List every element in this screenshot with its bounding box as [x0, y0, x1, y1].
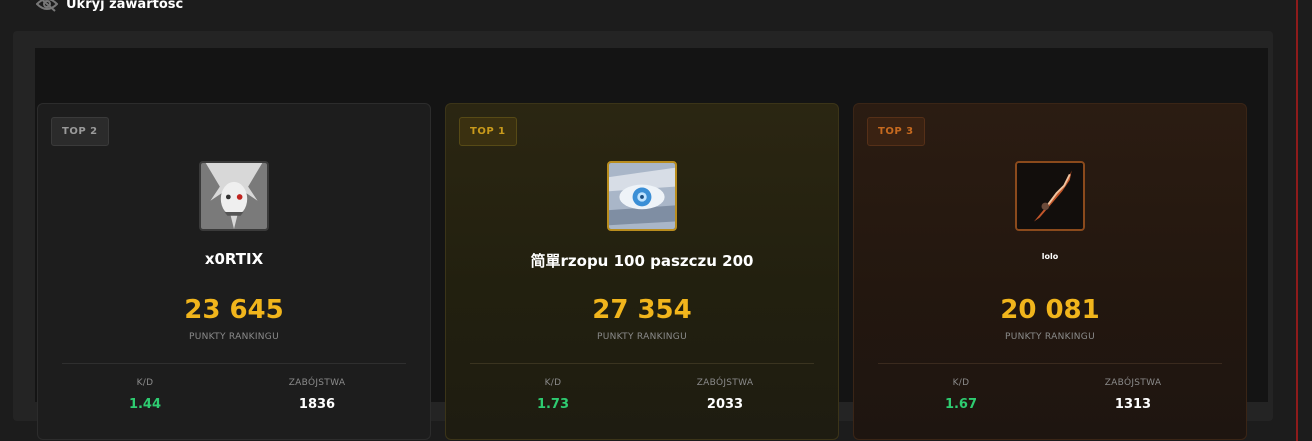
avatar: [607, 161, 677, 231]
kills-value: 2033: [706, 397, 744, 412]
kd-value: 1.44: [128, 397, 162, 412]
toggle-content-header[interactable]: Ukryj zawartość: [35, 0, 184, 14]
divider: [62, 363, 406, 364]
toggle-content-label: Ukryj zawartość: [66, 0, 184, 12]
kd-stat: K/D 1.44: [70, 378, 220, 412]
avatar: [199, 161, 269, 231]
player-name: lolo: [1041, 252, 1059, 261]
rank-badge: TOP 2: [51, 117, 109, 146]
kd-label: K/D: [136, 378, 154, 388]
player-name: 简單rzopu 100 paszczu 200: [530, 252, 754, 270]
ranking-points-label: PUNKTY RANKINGU: [597, 332, 687, 342]
podium-card-top-1[interactable]: TOP 1 简單rzopu 100 paszczu 200 27 354 PUN…: [445, 103, 839, 440]
rank-badge: TOP 3: [867, 117, 925, 146]
ranking-points: 23 645: [184, 295, 284, 325]
ranking-points-label: PUNKTY RANKINGU: [1005, 332, 1095, 342]
player-name: x0RTIX: [204, 250, 264, 268]
kills-stat: ZABÓJSTWA 1836: [242, 378, 392, 412]
rank-badge: TOP 1: [459, 117, 517, 146]
divider: [878, 363, 1222, 364]
podium-card-top-2[interactable]: TOP 2 x0RTIX 23 645 PUNKTY RANKINGU K/D …: [37, 103, 431, 440]
kd-value: 1.67: [944, 397, 978, 412]
avatar: [1015, 161, 1085, 231]
right-border-accent: [1296, 0, 1298, 441]
kills-value: 1313: [1114, 397, 1152, 412]
ranking-points: 20 081: [1000, 295, 1100, 325]
podium-card-top-3[interactable]: TOP 3 lolo 20 081 PUNKTY RANKINGU K/D 1.…: [853, 103, 1247, 440]
kills-label: ZABÓJSTWA: [288, 378, 346, 388]
kd-stat: K/D 1.67: [886, 378, 1036, 412]
kd-stat: K/D 1.73: [478, 378, 628, 412]
ranking-points-label: PUNKTY RANKINGU: [189, 332, 279, 342]
kills-stat: ZABÓJSTWA 2033: [650, 378, 800, 412]
kills-stat: ZABÓJSTWA 1313: [1058, 378, 1208, 412]
kills-label: ZABÓJSTWA: [696, 378, 754, 388]
kd-value: 1.73: [536, 397, 570, 412]
eye-off-icon: [35, 0, 59, 12]
kd-label: K/D: [544, 378, 562, 388]
ranking-points: 27 354: [592, 295, 692, 325]
divider: [470, 363, 814, 364]
kd-label: K/D: [952, 378, 970, 388]
leaderboard-podium: TOP 2 x0RTIX 23 645 PUNKTY RANKINGU K/D …: [35, 48, 1268, 440]
kills-value: 1836: [298, 397, 336, 412]
kills-label: ZABÓJSTWA: [1104, 378, 1162, 388]
